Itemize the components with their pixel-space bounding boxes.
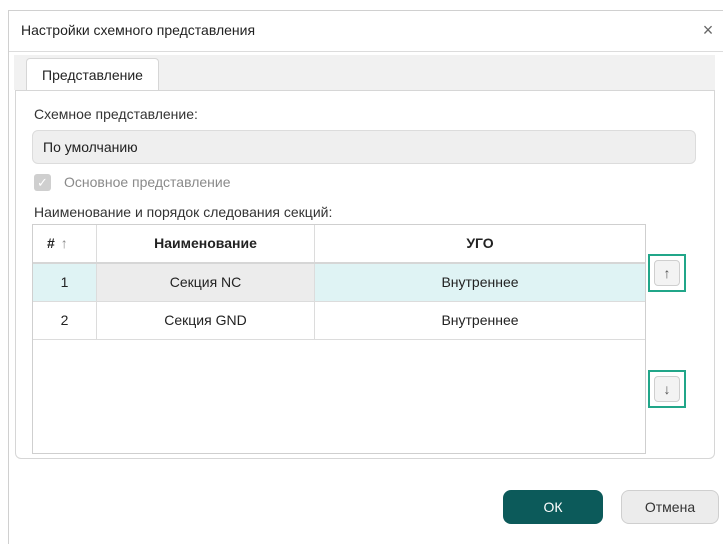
main-view-checkbox[interactable]: ✓ [34,174,51,191]
move-up-button[interactable]: ↑ [648,254,686,292]
schema-select[interactable]: По умолчанию [32,130,696,164]
row-name[interactable]: Секция GND [97,302,315,339]
column-header-number-label: # [47,235,55,251]
arrow-up-icon: ↑ [654,260,680,286]
sort-ascending-icon: ↑ [60,235,68,251]
row-ugo[interactable]: Внутреннее [315,264,645,301]
title-bar: Настройки схемного представления × [9,11,723,52]
tab-representation[interactable]: Представление [26,58,159,91]
cancel-button[interactable]: Отмена [621,490,719,524]
ok-button[interactable]: ОК [503,490,603,524]
column-header-ugo[interactable]: УГО [315,225,645,262]
move-down-button[interactable]: ↓ [648,370,686,408]
close-icon[interactable]: × [697,18,719,42]
tab-panel: Схемное представление: По умолчанию ✓ Ос… [15,90,715,459]
row-number: 1 [33,264,97,301]
column-header-number[interactable]: # ↑ [33,225,97,262]
main-view-label: Основное представление [64,174,231,190]
row-name[interactable]: Секция NC [97,264,315,301]
arrow-down-icon: ↓ [654,376,680,402]
column-header-name[interactable]: Наименование [97,225,315,262]
sections-table: # ↑ Наименование УГО 1 Секция NC Внутренн… [32,224,646,454]
tab-strip: Представление [14,55,715,91]
table-header: # ↑ Наименование УГО [33,225,645,264]
row-number: 2 [33,302,97,339]
row-ugo[interactable]: Внутреннее [315,302,645,339]
dialog-title: Настройки схемного представления [21,22,256,38]
sections-label: Наименование и порядок следования секций… [34,204,333,220]
table-row[interactable]: 1 Секция NC Внутреннее [33,264,645,302]
schema-label: Схемное представление: [34,106,198,122]
table-row[interactable]: 2 Секция GND Внутреннее [33,302,645,340]
